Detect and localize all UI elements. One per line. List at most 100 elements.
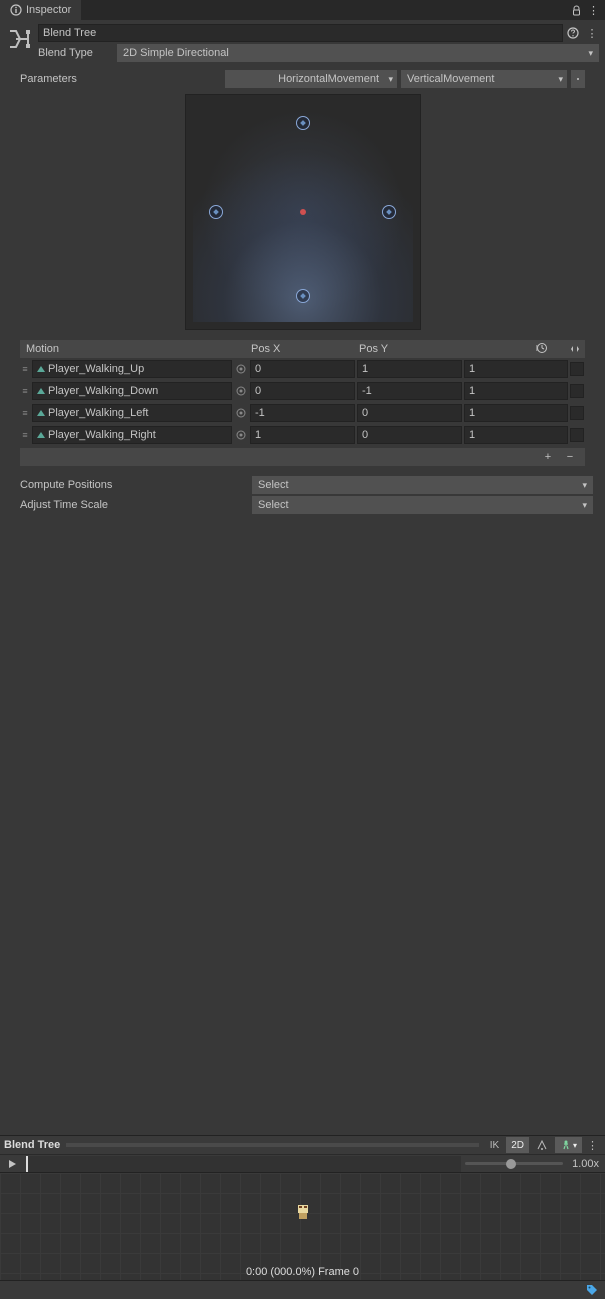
remove-motion-button[interactable]: − — [563, 451, 577, 463]
motion-clip-field[interactable]: Player_Walking_Left — [32, 404, 232, 422]
motion-table: Motion Pos X Pos Y ≡ Player_Walking_Up ≡ Pl… — [20, 340, 585, 466]
blend-tree-name-input[interactable] — [38, 24, 563, 42]
motion-row[interactable]: ≡ Player_Walking_Up — [20, 358, 585, 380]
posx-input[interactable] — [250, 404, 355, 422]
col-motion: Motion — [20, 343, 247, 355]
compute-positions-label: Compute Positions — [20, 479, 252, 491]
speed-input[interactable] — [464, 382, 568, 400]
asset-label-icon[interactable] — [585, 1283, 599, 1297]
preview-timecode: 0:00 (000.0%) Frame 0 — [246, 1266, 359, 1278]
speed-input[interactable] — [464, 360, 568, 378]
animation-clip-icon — [37, 366, 45, 372]
adjust-time-scale-dropdown[interactable]: Select — [252, 496, 593, 514]
tab-bar: Inspector ⋮ — [0, 0, 605, 20]
animation-clip-icon — [37, 410, 45, 416]
animation-clip-icon — [37, 388, 45, 394]
posy-input[interactable] — [357, 360, 462, 378]
mirror-checkbox[interactable] — [570, 428, 584, 442]
posy-input[interactable] — [357, 426, 462, 444]
motion-row[interactable]: ≡ Player_Walking_Right — [20, 424, 585, 446]
object-picker-icon[interactable] — [234, 360, 248, 378]
speed-input[interactable] — [464, 426, 568, 444]
drag-handle-icon[interactable]: ≡ — [20, 365, 30, 373]
motion-name: Player_Walking_Right — [48, 429, 156, 441]
object-picker-icon[interactable] — [234, 404, 248, 422]
parameter-y-dropdown[interactable]: VerticalMovement — [401, 70, 567, 88]
blend-type-label: Blend Type — [38, 47, 113, 59]
play-button[interactable] — [2, 1156, 22, 1172]
kebab-menu-icon[interactable]: ⋮ — [585, 27, 599, 40]
speed-input[interactable] — [464, 404, 568, 422]
blend-graph[interactable] — [185, 94, 421, 330]
col-mirror-icon — [569, 343, 585, 355]
inspector-tab[interactable]: Inspector — [0, 0, 81, 20]
blend-node-left[interactable] — [209, 205, 223, 219]
mirror-checkbox[interactable] — [570, 362, 584, 376]
posy-input[interactable] — [357, 382, 462, 400]
parameter-y-value: VerticalMovement — [407, 73, 494, 85]
drag-handle-icon[interactable]: ≡ — [20, 431, 30, 439]
header: ⋮ Blend Type 2D Simple Directional — [0, 20, 605, 66]
motion-name: Player_Walking_Up — [48, 363, 144, 375]
info-icon — [10, 4, 22, 16]
preview-viewport[interactable]: 0:00 (000.0%) Frame 0 — [0, 1173, 605, 1281]
pivot-toggle[interactable] — [531, 1137, 553, 1153]
motion-clip-field[interactable]: Player_Walking_Down — [32, 382, 232, 400]
col-posy: Pos Y — [355, 343, 463, 355]
speed-slider[interactable] — [465, 1156, 563, 1172]
preview-playbar: 1.00x — [0, 1155, 605, 1173]
avatar-toggle[interactable]: ▾ — [555, 1137, 582, 1153]
compute-positions-value: Select — [258, 479, 289, 491]
speed-value: 1.00x — [567, 1158, 603, 1170]
mirror-checkbox[interactable] — [570, 406, 584, 420]
ik-toggle[interactable]: IK — [485, 1137, 504, 1153]
posx-input[interactable] — [250, 382, 355, 400]
compute-adjust-section: Compute Positions Select Adjust Time Sca… — [20, 476, 593, 514]
blend-node-right[interactable] — [382, 205, 396, 219]
posy-input[interactable] — [357, 404, 462, 422]
parameters-row: Parameters HorizontalMovement VerticalMo… — [0, 66, 605, 92]
motion-clip-field[interactable]: Player_Walking_Up — [32, 360, 232, 378]
posx-input[interactable] — [250, 360, 355, 378]
object-picker-icon[interactable] — [234, 426, 248, 444]
preview-menu-icon[interactable]: ⋮ — [584, 1139, 601, 1152]
adjust-time-scale-label: Adjust Time Scale — [20, 499, 252, 511]
motion-row[interactable]: ≡ Player_Walking_Left — [20, 402, 585, 424]
blend-sample-point[interactable] — [300, 209, 306, 215]
object-picker-icon[interactable] — [234, 382, 248, 400]
parameter-x-dropdown[interactable]: HorizontalMovement — [225, 70, 397, 88]
motion-name: Player_Walking_Down — [48, 385, 158, 397]
blend-type-value: 2D Simple Directional — [123, 47, 229, 59]
preview-sprite — [296, 1203, 310, 1221]
drag-handle-icon[interactable]: ≡ — [20, 409, 30, 417]
preview-divider[interactable] — [66, 1143, 478, 1147]
parameter-x-value: HorizontalMovement — [278, 73, 379, 85]
motion-table-footer: + − — [20, 448, 585, 466]
blend-tree-icon — [6, 24, 32, 54]
preview-header: Blend Tree IK 2D ▾ ⋮ — [0, 1135, 605, 1155]
col-posx: Pos X — [247, 343, 355, 355]
kebab-menu-icon[interactable]: ⋮ — [588, 4, 599, 17]
drag-handle-icon[interactable]: ≡ — [20, 387, 30, 395]
blend-graph-container — [0, 92, 605, 332]
mirror-checkbox[interactable] — [570, 384, 584, 398]
col-speed-icon — [463, 342, 569, 357]
lock-icon[interactable] — [571, 5, 582, 16]
preview-scrubber[interactable] — [26, 1156, 461, 1172]
compute-positions-dropdown[interactable]: Select — [252, 476, 593, 494]
motion-name: Player_Walking_Left — [48, 407, 148, 419]
blend-node-down[interactable] — [296, 289, 310, 303]
2d-toggle[interactable]: 2D — [506, 1137, 529, 1153]
preview-title: Blend Tree — [4, 1139, 60, 1151]
posx-input[interactable] — [250, 426, 355, 444]
help-icon[interactable] — [567, 27, 581, 39]
parameters-label: Parameters — [20, 73, 110, 85]
parameter-options-button[interactable] — [571, 70, 585, 88]
blend-node-up[interactable] — [296, 116, 310, 130]
adjust-time-scale-value: Select — [258, 499, 289, 511]
motion-row[interactable]: ≡ Player_Walking_Down — [20, 380, 585, 402]
add-motion-button[interactable]: + — [541, 451, 555, 463]
motion-clip-field[interactable]: Player_Walking_Right — [32, 426, 232, 444]
animation-clip-icon — [37, 432, 45, 438]
blend-type-dropdown[interactable]: 2D Simple Directional — [117, 44, 599, 62]
